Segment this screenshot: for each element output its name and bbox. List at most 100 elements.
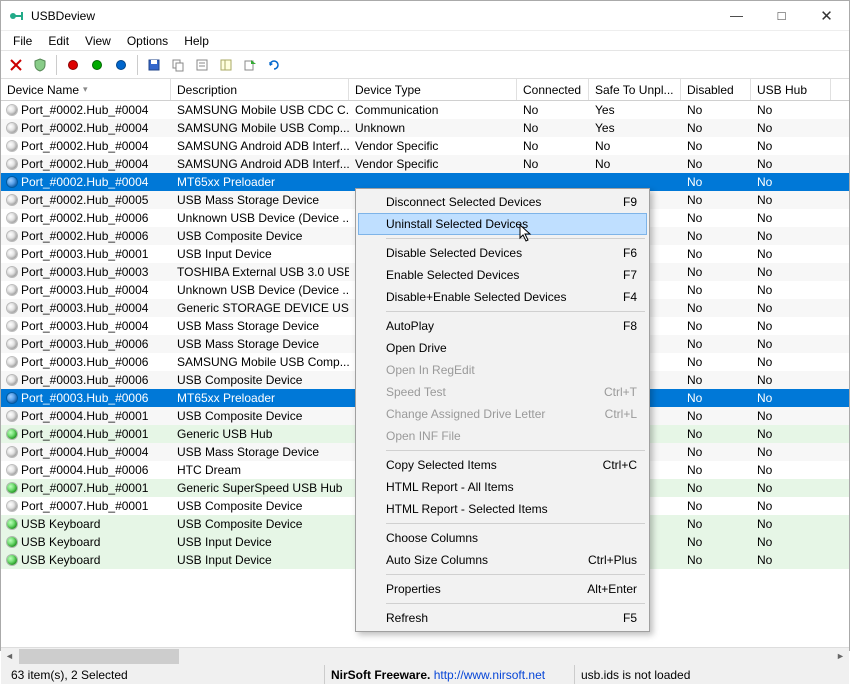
column-header[interactable]: Connected (517, 79, 589, 100)
close-icon[interactable] (5, 54, 27, 76)
table-cell: No (751, 407, 831, 425)
status-bullet-icon (7, 249, 17, 259)
status-bullet-icon (7, 483, 17, 493)
table-cell: Port_#0007.Hub_#0001 (1, 497, 171, 515)
context-menu-item[interactable]: Copy Selected ItemsCtrl+C (358, 454, 647, 476)
table-cell: No (751, 155, 831, 173)
context-menu-item[interactable]: AutoPlayF8 (358, 315, 647, 337)
context-menu-item[interactable]: Disconnect Selected DevicesF9 (358, 191, 647, 213)
sort-indicator-icon: ▾ (83, 84, 88, 95)
context-menu-item[interactable]: Auto Size ColumnsCtrl+Plus (358, 549, 647, 571)
table-cell: No (681, 281, 751, 299)
menu-file[interactable]: File (5, 32, 40, 50)
menu-view[interactable]: View (77, 32, 119, 50)
table-cell: Port_#0003.Hub_#0006 (1, 371, 171, 389)
nirsoft-link[interactable]: http://www.nirsoft.net (434, 668, 545, 682)
status-bullet-icon (7, 465, 17, 475)
status-bullet-icon (7, 141, 17, 151)
status-bullet-icon (7, 303, 17, 313)
table-cell: Port_#0007.Hub_#0001 (1, 479, 171, 497)
green-dot-icon[interactable] (86, 54, 108, 76)
context-menu-item[interactable]: Disable Selected DevicesF6 (358, 242, 647, 264)
table-row[interactable]: Port_#0002.Hub_#0004SAMSUNG Mobile USB C… (1, 119, 849, 137)
app-icon (9, 8, 25, 24)
table-cell: Port_#0002.Hub_#0006 (1, 227, 171, 245)
context-menu-label: Open In RegEdit (386, 363, 475, 377)
context-menu-item[interactable]: Disable+Enable Selected DevicesF4 (358, 286, 647, 308)
table-cell: USB Mass Storage Device (171, 443, 349, 461)
table-cell: Generic USB Hub (171, 425, 349, 443)
table-cell: Port_#0002.Hub_#0004 (1, 101, 171, 119)
maximize-button[interactable]: □ (759, 1, 804, 30)
status-bullet-icon (7, 501, 17, 511)
blue-dot-icon[interactable] (110, 54, 132, 76)
properties-icon[interactable] (191, 54, 213, 76)
column-header[interactable]: Device Type (349, 79, 517, 100)
columns-icon[interactable] (215, 54, 237, 76)
table-cell: No (751, 191, 831, 209)
table-row[interactable]: Port_#0002.Hub_#0004SAMSUNG Mobile USB C… (1, 101, 849, 119)
shortcut-label: F5 (603, 611, 637, 625)
status-bullet-icon (7, 285, 17, 295)
context-menu-item[interactable]: HTML Report - Selected Items (358, 498, 647, 520)
horizontal-scrollbar[interactable]: ◄ ► (1, 647, 849, 664)
table-cell: USB Input Device (171, 245, 349, 263)
toolbar (1, 51, 849, 79)
table-row[interactable]: Port_#0002.Hub_#0004SAMSUNG Android ADB … (1, 137, 849, 155)
menu-options[interactable]: Options (119, 32, 176, 50)
status-bullet-icon (7, 105, 17, 115)
table-cell: No (751, 173, 831, 191)
context-menu-label: Copy Selected Items (386, 458, 497, 472)
context-menu-item[interactable]: RefreshF5 (358, 607, 647, 629)
scroll-track[interactable] (18, 648, 832, 665)
context-menu-item[interactable]: PropertiesAlt+Enter (358, 578, 647, 600)
context-menu-item[interactable]: Choose Columns (358, 527, 647, 549)
table-cell: USB Mass Storage Device (171, 335, 349, 353)
refresh-icon[interactable] (263, 54, 285, 76)
status-bullet-icon (7, 429, 17, 439)
table-cell: USB Keyboard (1, 515, 171, 533)
context-menu-item[interactable]: HTML Report - All Items (358, 476, 647, 498)
save-icon[interactable] (143, 54, 165, 76)
table-row[interactable]: Port_#0002.Hub_#0004SAMSUNG Android ADB … (1, 155, 849, 173)
column-header[interactable]: Safe To Unpl... (589, 79, 681, 100)
menu-edit[interactable]: Edit (40, 32, 77, 50)
column-header[interactable]: Disabled (681, 79, 751, 100)
column-header[interactable]: USB Hub (751, 79, 831, 100)
context-menu-item[interactable]: Enable Selected DevicesF7 (358, 264, 647, 286)
context-menu-item: Open In RegEdit (358, 359, 647, 381)
shield-icon[interactable] (29, 54, 51, 76)
table-cell: USB Input Device (171, 551, 349, 569)
export-icon[interactable] (239, 54, 261, 76)
table-cell: Port_#0004.Hub_#0001 (1, 425, 171, 443)
scroll-left-button[interactable]: ◄ (1, 648, 18, 665)
table-cell: Port_#0002.Hub_#0004 (1, 173, 171, 191)
copy-icon[interactable] (167, 54, 189, 76)
scroll-right-button[interactable]: ► (832, 648, 849, 665)
table-cell: No (751, 281, 831, 299)
table-cell: Port_#0003.Hub_#0006 (1, 335, 171, 353)
column-header[interactable]: Description (171, 79, 349, 100)
close-button[interactable]: ✕ (804, 1, 849, 30)
context-menu-label: Enable Selected Devices (386, 268, 519, 282)
red-dot-icon[interactable] (62, 54, 84, 76)
table-cell: No (681, 407, 751, 425)
menu-help[interactable]: Help (176, 32, 217, 50)
table-cell: No (751, 227, 831, 245)
context-menu-separator (386, 450, 645, 451)
table-cell: SAMSUNG Android ADB Interf... (171, 137, 349, 155)
table-cell: SAMSUNG Mobile USB Comp... (171, 119, 349, 137)
table-cell: Port_#0003.Hub_#0004 (1, 317, 171, 335)
context-menu-label: Change Assigned Drive Letter (386, 407, 545, 421)
context-menu-item[interactable]: Uninstall Selected Devices (358, 213, 647, 235)
table-cell: No (751, 335, 831, 353)
table-cell: No (751, 353, 831, 371)
column-header[interactable]: Device Name▾ (1, 79, 171, 100)
context-menu-label: Open Drive (386, 341, 447, 355)
minimize-button[interactable]: — (714, 1, 759, 30)
table-cell: No (517, 119, 589, 137)
context-menu-item[interactable]: Open Drive (358, 337, 647, 359)
status-bullet-icon (7, 321, 17, 331)
status-bullet-icon (7, 537, 17, 547)
table-cell: No (681, 371, 751, 389)
